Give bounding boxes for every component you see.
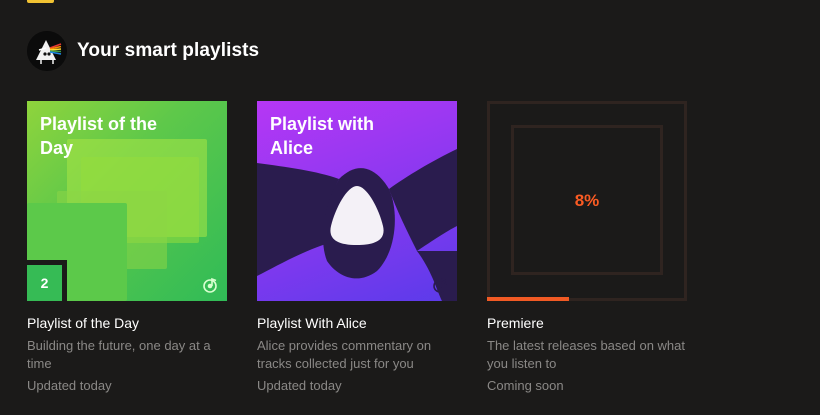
card-updated-status: Updated today	[257, 378, 342, 393]
day-number-badge: 2	[27, 260, 67, 301]
card-updated-status: Updated today	[27, 378, 112, 393]
premiere-progress-percent: 8%	[574, 191, 600, 210]
top-accent-bar	[27, 0, 54, 3]
playlist-of-the-day-cover[interactable]: Playlist of the Day 2	[27, 101, 227, 301]
premiere-progress-fill	[487, 297, 569, 301]
music-note-icon	[433, 277, 447, 293]
card-title[interactable]: Playlist With Alice	[257, 314, 457, 332]
section-title: Your smart playlists	[77, 40, 260, 61]
premiere-cover[interactable]: 8%	[487, 101, 687, 301]
card-description: Building the future, one day at a time	[27, 338, 211, 371]
card-title[interactable]: Premiere	[487, 314, 687, 332]
playlist-with-alice-cover[interactable]: Playlist with Alice	[257, 101, 457, 301]
cover-title: Playlist of the Day	[40, 114, 158, 158]
playlist-of-the-day-card[interactable]: Playlist of the Day 2 Playlist of the Da…	[27, 101, 227, 395]
card-status: Coming soon	[487, 378, 564, 393]
card-description: Alice provides commentary on tracks coll…	[257, 338, 432, 371]
music-note-icon	[203, 277, 217, 293]
premiere-card[interactable]: 8% Premiere The latest releases based on…	[487, 101, 687, 395]
prism-avatar-icon[interactable]	[27, 31, 67, 71]
card-description: The latest releases based on what you li…	[487, 338, 686, 371]
cover-title: Playlist with Alice	[270, 114, 375, 158]
section-header: Your smart playlists	[27, 30, 259, 72]
premiere-progress-bar	[487, 297, 687, 301]
day-number: 2	[27, 265, 62, 301]
playlist-with-alice-card[interactable]: Playlist with Alice Playlist With Alice …	[257, 101, 457, 395]
card-title[interactable]: Playlist of the Day	[27, 314, 227, 332]
